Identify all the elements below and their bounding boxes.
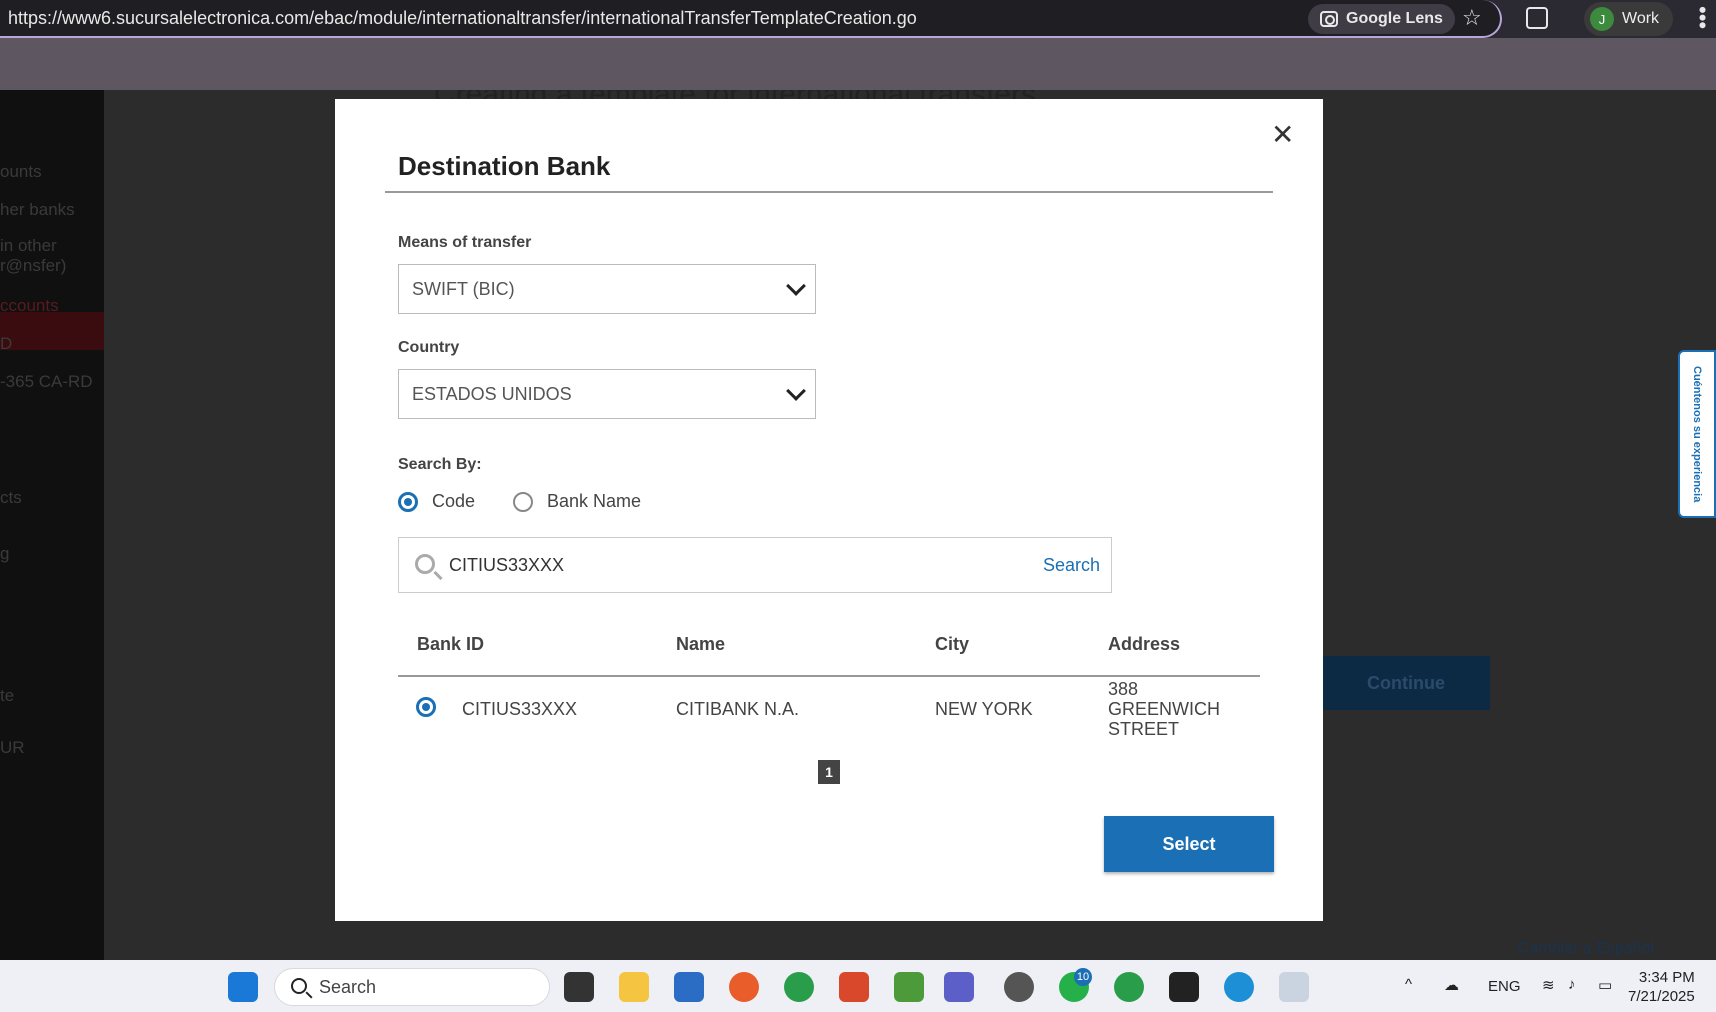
feedback-label: Cuéntenos su experiencia bbox=[1691, 365, 1703, 503]
store-icon[interactable] bbox=[674, 972, 704, 1002]
snipping-tool-icon[interactable] bbox=[1279, 972, 1309, 1002]
clock-time: 3:34 PM bbox=[1638, 969, 1695, 986]
whatsapp-badge: 10 bbox=[1074, 968, 1092, 986]
extensions-icon[interactable] bbox=[1526, 7, 1548, 29]
search-icon bbox=[291, 978, 307, 994]
tray-chevron-icon[interactable]: ^ bbox=[1405, 976, 1412, 993]
clock-date: 7/21/2025 bbox=[1628, 988, 1695, 1005]
search-by-bank-name-radio[interactable]: Bank Name bbox=[513, 491, 641, 512]
profile-name: Work bbox=[1622, 10, 1660, 27]
taskbar-search[interactable]: Search bbox=[274, 968, 550, 1006]
address-line: GREENWICH bbox=[1108, 699, 1220, 719]
means-of-transfer-select[interactable]: SWIFT (BIC) bbox=[398, 264, 816, 314]
table-header-divider bbox=[398, 675, 1260, 677]
divider bbox=[385, 191, 1273, 193]
remote-app-icon[interactable] bbox=[839, 972, 869, 1002]
side-nav-item: ounts bbox=[0, 162, 42, 181]
browser-address-bar: https://www6.sucursalelectronica.com/eba… bbox=[0, 0, 1716, 38]
edge-icon[interactable] bbox=[1224, 972, 1254, 1002]
search-icon bbox=[415, 554, 435, 574]
search-by-label: Search By: bbox=[398, 456, 482, 473]
side-nav-item: -365 CA-RD bbox=[0, 372, 93, 391]
chrome-icon[interactable] bbox=[784, 972, 814, 1002]
volume-icon[interactable]: ♪ bbox=[1568, 976, 1576, 993]
bank-search-field[interactable]: CITIUS33XXX Search bbox=[398, 537, 1112, 593]
feedback-tab[interactable]: Cuéntenos su experiencia bbox=[1678, 350, 1716, 518]
search-input[interactable]: CITIUS33XXX bbox=[449, 555, 564, 576]
google-lens-button[interactable]: Google Lens bbox=[1308, 4, 1455, 34]
close-icon[interactable]: ✕ bbox=[1271, 121, 1294, 149]
cell-bank-id: CITIUS33XXX bbox=[462, 699, 578, 719]
chrome-profile-icon[interactable] bbox=[1114, 972, 1144, 1002]
country-select[interactable]: ESTADOS UNIDOS bbox=[398, 369, 816, 419]
url-text: https://www6.sucursalelectronica.com/eba… bbox=[8, 7, 917, 28]
search-by-code-label: Code bbox=[432, 491, 476, 511]
bookmark-star-icon[interactable]: ☆ bbox=[1462, 5, 1482, 31]
profile-chip[interactable]: J Work bbox=[1584, 2, 1674, 36]
table-row-radio[interactable] bbox=[416, 697, 436, 717]
browser-toolbar-strip bbox=[0, 38, 1716, 90]
column-header-city: City bbox=[935, 634, 970, 654]
destination-bank-modal: ✕ Destination Bank Means of transfer SWI… bbox=[335, 99, 1323, 921]
chevron-down-icon bbox=[786, 381, 806, 401]
modal-title: Destination Bank bbox=[398, 151, 611, 181]
kebab-menu-icon[interactable]: ••• bbox=[1690, 6, 1715, 29]
side-nav-item: D bbox=[0, 334, 13, 353]
terminal-icon[interactable] bbox=[1169, 972, 1199, 1002]
radio-selected-icon bbox=[398, 491, 418, 512]
side-nav-item: te bbox=[0, 686, 15, 705]
country-value: ESTADOS UNIDOS bbox=[412, 383, 572, 404]
side-nav-item: cts bbox=[0, 488, 22, 507]
continue-button: Continue bbox=[1322, 656, 1490, 710]
side-nav-item: her banks bbox=[0, 200, 75, 219]
onedrive-icon[interactable]: ☁ bbox=[1444, 976, 1459, 994]
side-nav-item: g bbox=[0, 544, 10, 563]
search-button[interactable]: Search bbox=[1043, 555, 1100, 576]
column-header-name: Name bbox=[676, 634, 726, 654]
cell-address: 388 GREENWICH STREET bbox=[1108, 679, 1220, 739]
spreadsheet-app-icon[interactable] bbox=[894, 972, 924, 1002]
column-header-bank-id: Bank ID bbox=[417, 634, 485, 654]
avatar: J bbox=[1590, 7, 1614, 31]
side-nav: ounts her banks in other r@nsfer) ccount… bbox=[0, 90, 104, 960]
windows-start-icon[interactable] bbox=[228, 972, 258, 1002]
camera-icon bbox=[1320, 11, 1338, 27]
radio-unselected-icon bbox=[513, 491, 533, 512]
side-nav-active-item bbox=[0, 312, 104, 350]
wifi-icon[interactable]: ≋ bbox=[1542, 976, 1555, 994]
means-of-transfer-value: SWIFT (BIC) bbox=[412, 278, 515, 299]
task-view-icon[interactable] bbox=[564, 972, 594, 1002]
search-by-bank-name-label: Bank Name bbox=[547, 491, 642, 511]
search-by-code-radio[interactable]: Code bbox=[398, 491, 475, 512]
select-button[interactable]: Select bbox=[1104, 816, 1274, 872]
language-indicator[interactable]: ENG bbox=[1488, 978, 1521, 995]
clock-app-icon[interactable] bbox=[1004, 972, 1034, 1002]
side-nav-item: UR bbox=[0, 738, 25, 757]
means-of-transfer-label: Means of transfer bbox=[398, 234, 532, 251]
language-link: Cambiar a Español bbox=[1518, 940, 1655, 957]
file-explorer-icon[interactable] bbox=[619, 972, 649, 1002]
cell-name: CITIBANK N.A. bbox=[676, 699, 800, 719]
chevron-down-icon bbox=[786, 276, 806, 296]
column-header-address: Address bbox=[1108, 634, 1181, 654]
side-nav-item: ccounts bbox=[0, 296, 59, 315]
teams-icon[interactable] bbox=[944, 972, 974, 1002]
google-lens-label: Google Lens bbox=[1346, 10, 1443, 27]
battery-icon[interactable]: ▭ bbox=[1598, 976, 1612, 994]
url-field[interactable]: https://www6.sucursalelectronica.com/eba… bbox=[0, 0, 1502, 38]
firefox-icon[interactable] bbox=[729, 972, 759, 1002]
country-label: Country bbox=[398, 339, 460, 356]
taskbar-search-label: Search bbox=[319, 976, 377, 997]
radio-selected-icon bbox=[416, 697, 436, 717]
clock[interactable]: 3:34 PM 7/21/2025 bbox=[1628, 968, 1695, 1006]
side-nav-item: r@nsfer) bbox=[0, 256, 67, 275]
taskbar: Search 10 ^ ☁ ENG ≋ ♪ ▭ 3:34 PM 7/21/202… bbox=[0, 960, 1716, 1012]
cell-city: NEW YORK bbox=[935, 699, 1033, 719]
address-line: STREET bbox=[1108, 719, 1180, 739]
address-line: 388 bbox=[1108, 679, 1139, 699]
pagination-page-1[interactable]: 1 bbox=[818, 760, 840, 784]
side-nav-item: in other bbox=[0, 236, 57, 255]
